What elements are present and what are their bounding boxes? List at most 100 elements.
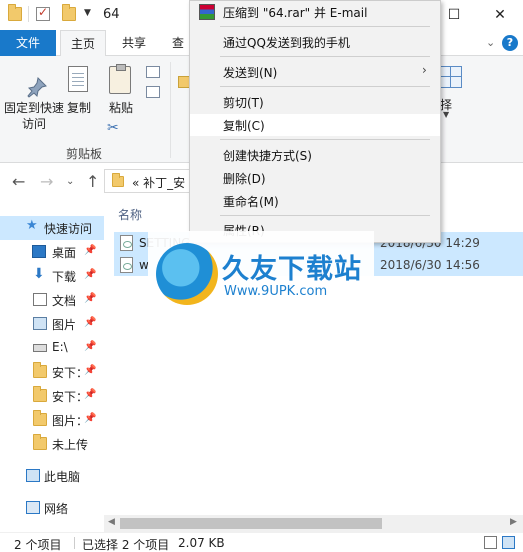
pin-icon[interactable]: 📌 [84,341,96,352]
recent-locations-icon[interactable]: ⌄ [66,176,74,187]
selected-count: 已选择 2 个项目 [82,538,170,552]
pin-icon[interactable]: 📌 [84,293,96,304]
menu-label: 删除(D) [223,172,266,186]
tab-home[interactable]: 主页 [60,30,106,57]
menu-item-rename[interactable]: 重命名(M) [190,190,440,212]
pin-icon[interactable]: 📌 [84,389,96,400]
nav-item-this-pc[interactable]: 此电脑 [0,464,104,488]
settings-file-icon [120,235,133,251]
menu-label: 复制(C) [223,119,265,133]
copy-icon [68,66,88,92]
nav-label: 桌面 [52,246,77,260]
folder-icon [8,4,22,21]
quick-access-dropdown-icon[interactable]: ▼ [84,8,91,18]
folder-icon [33,362,47,378]
nav-item-folder[interactable]: 安下： 📌 [0,384,104,408]
pin-quick-access-button[interactable]: 固定到快速访问 [4,64,64,140]
divider [220,215,430,216]
chevron-down-icon[interactable]: ▼ [443,110,449,119]
paste-shortcut-icon[interactable] [146,86,160,98]
nav-item-downloads[interactable]: ⬇ 下载 📌 [0,264,104,288]
divider [28,6,29,22]
nav-item-folder[interactable]: 图片： 📌 [0,408,104,432]
nav-label: E:\ [52,340,68,354]
menu-item-compress-email[interactable]: 压缩到 "64.rar" 并 E-mail [190,1,440,23]
scrollbar-thumb[interactable] [120,518,382,529]
menu-item-cut[interactable]: 剪切(T) [190,91,440,113]
properties-icon[interactable] [36,5,50,21]
select-all-icon[interactable] [440,66,462,88]
nav-item-folder[interactable]: 未上传 [0,432,104,456]
document-icon [33,293,47,306]
menu-item-delete[interactable]: 删除(D) [190,167,440,189]
menu-label: 发送到(N) [223,66,278,80]
horizontal-scrollbar[interactable]: ◀ ▶ [104,515,523,532]
scissors-icon[interactable]: ✂ [107,120,119,136]
scroll-left-icon[interactable]: ◀ [108,517,115,527]
clipboard-group-label: 剪贴板 [66,147,103,161]
nav-item-pictures[interactable]: 图片 📌 [0,312,104,336]
paste-button[interactable]: 粘贴 [104,64,138,124]
pin-icon[interactable]: 📌 [84,365,96,376]
download-icon: ⬇ [33,266,45,282]
menu-label: 通过QQ发送到我的手机 [223,36,350,50]
copy-button[interactable]: 复制 [64,64,94,124]
pin-icon[interactable]: 📌 [84,269,96,280]
address-bar[interactable]: « 补丁_安 [104,169,194,193]
winrar-icon [199,4,215,20]
menu-item-copy[interactable]: 复制(C) [190,114,440,136]
item-count: 2 个项目 [14,538,62,552]
nav-label: 图片 [52,318,77,332]
divider [74,537,75,549]
details-view-icon[interactable] [484,536,497,549]
nav-label: 网络 [44,502,69,516]
navigation-pane: ★ 快速访问 桌面 📌 ⬇ 下载 📌 文档 📌 图片 📌 E:\ 📌 安下： 📌… [0,199,104,532]
help-icon[interactable]: ? [502,35,518,51]
nav-item-drive-e[interactable]: E:\ 📌 [0,336,104,360]
nav-item-documents[interactable]: 文档 📌 [0,288,104,312]
desktop-icon [32,245,46,258]
file-date: 2018/6/30 14:56 [380,258,480,272]
column-name-header[interactable]: 名称 [118,206,142,223]
paste-label: 粘贴 [108,101,133,115]
copy-label: 复制 [66,101,91,115]
selected-size: 2.07 KB [178,536,225,550]
folder-icon [33,410,47,426]
new-folder-icon[interactable] [62,4,76,21]
folder-icon [33,434,47,450]
picture-icon [33,317,47,330]
pin-icon[interactable]: 📌 [84,245,96,256]
large-icons-view-icon[interactable] [502,536,515,549]
nav-item-desktop[interactable]: 桌面 📌 [0,240,104,264]
menu-label: 重命名(M) [223,195,279,209]
pin-icon[interactable]: 📌 [84,317,96,328]
scroll-right-icon[interactable]: ▶ [510,517,517,527]
pin-icon [27,76,47,98]
menu-item-create-shortcut[interactable]: 创建快捷方式(S) [190,144,440,166]
close-button[interactable]: ✕ [477,0,523,30]
divider [170,62,171,158]
pin-icon[interactable]: 📌 [84,413,96,424]
forward-icon[interactable]: → [40,172,53,191]
tab-file[interactable]: 文件 [0,30,56,56]
nav-item-folder[interactable]: 安下： 📌 [0,360,104,384]
back-icon[interactable]: ← [12,172,25,191]
tab-view[interactable]: 查 [168,30,188,57]
clipboard-icon [109,64,131,94]
breadcrumb-overflow[interactable]: « [132,176,139,190]
computer-icon [26,469,40,482]
status-bar: 2 个项目 已选择 2 个项目 2.07 KB [0,532,523,552]
breadcrumb-item[interactable]: 补丁_安 [143,176,185,190]
tab-share[interactable]: 共享 [112,30,156,57]
menu-item-send-qq[interactable]: 通过QQ发送到我的手机 [190,31,440,53]
logo-icon [156,243,218,305]
folder-icon [33,386,47,402]
breadcrumb: « 补丁_安 [132,174,185,191]
menu-item-send-to[interactable]: 发送到(N) › [190,61,440,83]
chevron-down-icon[interactable]: ⌄ [486,36,495,49]
nav-item-network[interactable]: 网络 [0,496,104,520]
up-icon[interactable]: ↑ [86,172,99,191]
watermark-title: 久友下载站 [222,254,362,285]
nav-item-quick-access[interactable]: ★ 快速访问 [0,216,104,240]
cut-path-icon[interactable] [146,66,160,78]
